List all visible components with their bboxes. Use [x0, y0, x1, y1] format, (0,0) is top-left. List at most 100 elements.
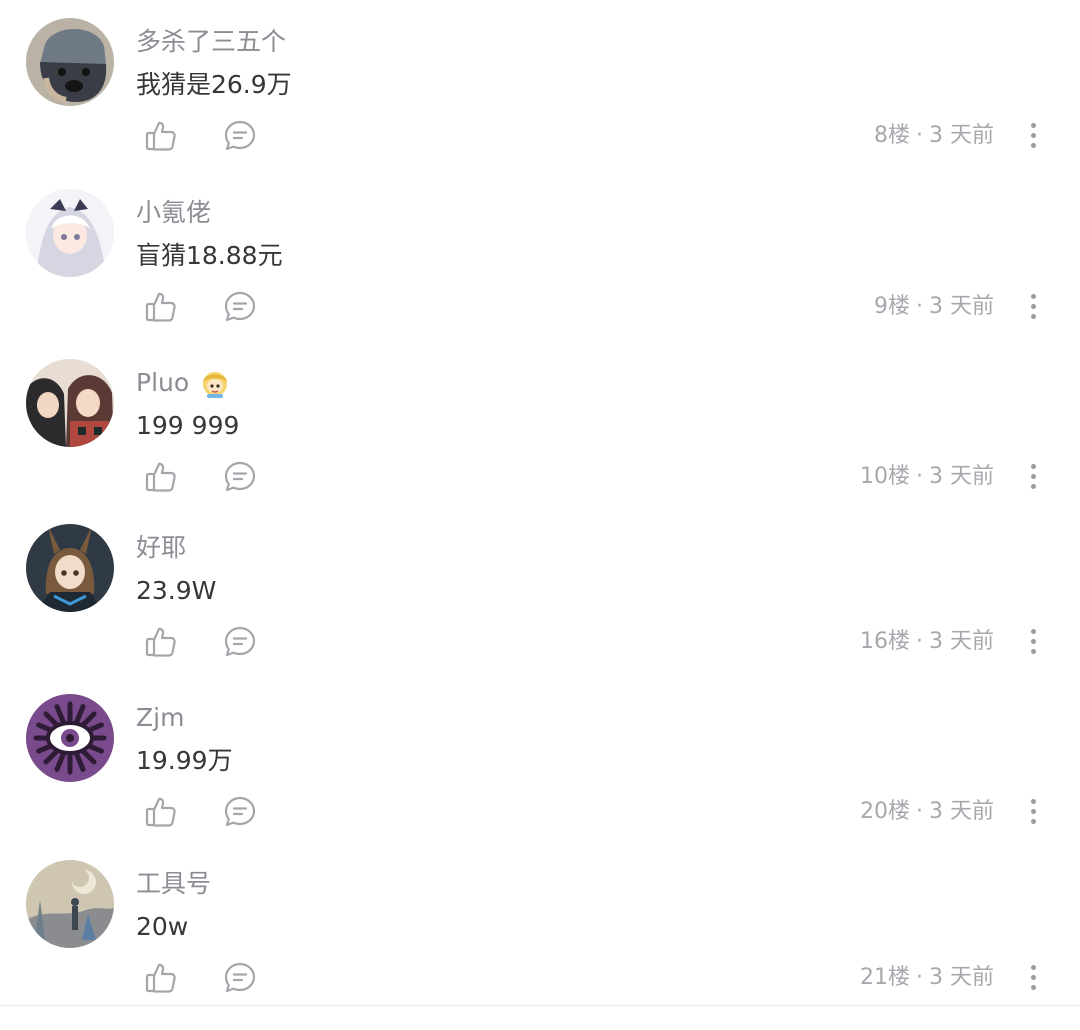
reply-button[interactable]	[222, 624, 258, 660]
comment-item: 小氪佬 盲猜18.88元 9楼 · 3 天前	[0, 189, 1080, 359]
username[interactable]: 小氪佬	[136, 197, 211, 229]
more-dot	[1030, 483, 1036, 489]
post-time: 3 天前	[929, 629, 994, 654]
username[interactable]: 好耶	[136, 532, 186, 564]
avatar-dog	[26, 18, 114, 106]
comment-text: 23.9W	[136, 576, 217, 605]
more-dot	[1030, 142, 1036, 148]
more-dot	[1030, 303, 1036, 309]
comment-text: 我猜是26.9万	[136, 70, 292, 99]
user-avatar[interactable]	[26, 694, 114, 782]
more-dot	[1030, 974, 1036, 980]
more-options-button[interactable]	[1022, 625, 1044, 657]
post-time: 3 天前	[929, 294, 994, 319]
bottom-divider	[0, 1005, 1080, 1006]
floor-number: 21楼	[860, 965, 910, 990]
meta-separator: ·	[916, 123, 923, 148]
comment-bubble-icon	[224, 461, 256, 492]
like-button[interactable]	[143, 118, 179, 154]
more-vertical-icon	[1030, 293, 1036, 299]
comment-bubble-icon	[224, 796, 256, 827]
like-button[interactable]	[143, 960, 179, 996]
more-vertical-icon	[1030, 798, 1036, 804]
comment-text: 19.99万	[136, 746, 233, 775]
username[interactable]: Pluo	[136, 367, 189, 399]
username[interactable]: 多杀了三五个	[136, 26, 286, 58]
user-avatar[interactable]	[26, 524, 114, 612]
more-vertical-icon	[1030, 628, 1036, 634]
more-options-button[interactable]	[1022, 460, 1044, 492]
more-options-button[interactable]	[1022, 795, 1044, 827]
comment-meta: 16楼 · 3 天前	[860, 627, 994, 657]
thumbs-up-icon	[145, 797, 176, 827]
meta-separator: ·	[916, 965, 923, 990]
floor-number: 9楼	[874, 294, 910, 319]
more-dot	[1030, 313, 1036, 319]
comment-bubble-icon	[224, 626, 256, 657]
comment-meta: 20楼 · 3 天前	[860, 797, 994, 827]
user-avatar[interactable]	[26, 359, 114, 447]
reply-button[interactable]	[222, 118, 258, 154]
avatar-anime-bunny	[26, 524, 114, 612]
meta-separator: ·	[916, 629, 923, 654]
comment-bubble-icon	[224, 291, 256, 322]
like-button[interactable]	[143, 289, 179, 325]
more-vertical-icon	[1030, 122, 1036, 128]
reply-button[interactable]	[222, 459, 258, 495]
more-options-button[interactable]	[1022, 961, 1044, 993]
more-dot	[1030, 648, 1036, 654]
name-row: 多杀了三五个	[136, 26, 286, 58]
thumbs-up-icon	[145, 462, 176, 492]
like-button[interactable]	[143, 459, 179, 495]
floor-number: 8楼	[874, 123, 910, 148]
more-vertical-icon	[1030, 463, 1036, 469]
user-avatar[interactable]	[26, 860, 114, 948]
emoji-badge-icon	[199, 367, 231, 399]
avatar-painting	[26, 860, 114, 948]
name-row: Pluo	[136, 367, 231, 399]
thumbs-up-icon	[145, 627, 176, 657]
comment-meta: 8楼 · 3 天前	[874, 121, 994, 151]
comment-item: 好耶 23.9W 16楼 · 3 天前	[0, 524, 1080, 694]
reply-button[interactable]	[222, 960, 258, 996]
more-dot	[1030, 638, 1036, 644]
name-row: 工具号	[136, 868, 211, 900]
floor-number: 16楼	[860, 629, 910, 654]
name-row: 小氪佬	[136, 197, 211, 229]
more-dot	[1030, 818, 1036, 824]
reply-button[interactable]	[222, 794, 258, 830]
user-avatar[interactable]	[26, 18, 114, 106]
thumbs-up-icon	[145, 121, 176, 151]
more-dot	[1030, 132, 1036, 138]
post-time: 3 天前	[929, 799, 994, 824]
comment-bubble-icon	[224, 120, 256, 151]
post-time: 3 天前	[929, 464, 994, 489]
meta-separator: ·	[916, 464, 923, 489]
user-avatar[interactable]	[26, 189, 114, 277]
post-time: 3 天前	[929, 965, 994, 990]
avatar-purple-eye	[26, 694, 114, 782]
avatar-anime-duo	[26, 359, 114, 447]
username[interactable]: Zjm	[136, 702, 184, 734]
comment-meta: 9楼 · 3 天前	[874, 292, 994, 322]
like-button[interactable]	[143, 624, 179, 660]
comment-item: 多杀了三五个 我猜是26.9万 8楼 · 3 天前	[0, 18, 1080, 188]
floor-number: 20楼	[860, 799, 910, 824]
like-button[interactable]	[143, 794, 179, 830]
comment-item: Zjm 19.99万 20楼 · 3 天前	[0, 694, 1080, 864]
name-row: 好耶	[136, 532, 186, 564]
avatar-anime-white-hair	[26, 189, 114, 277]
more-dot	[1030, 808, 1036, 814]
more-vertical-icon	[1030, 964, 1036, 970]
username[interactable]: 工具号	[136, 868, 211, 900]
more-options-button[interactable]	[1022, 119, 1044, 151]
meta-separator: ·	[916, 799, 923, 824]
reply-button[interactable]	[222, 289, 258, 325]
comment-meta: 21楼 · 3 天前	[860, 963, 994, 993]
more-options-button[interactable]	[1022, 290, 1044, 322]
more-dot	[1030, 473, 1036, 479]
meta-separator: ·	[916, 294, 923, 319]
comment-text: 199 999	[136, 411, 240, 440]
comment-text: 盲猜18.88元	[136, 241, 283, 270]
comment-text: 20w	[136, 912, 189, 941]
